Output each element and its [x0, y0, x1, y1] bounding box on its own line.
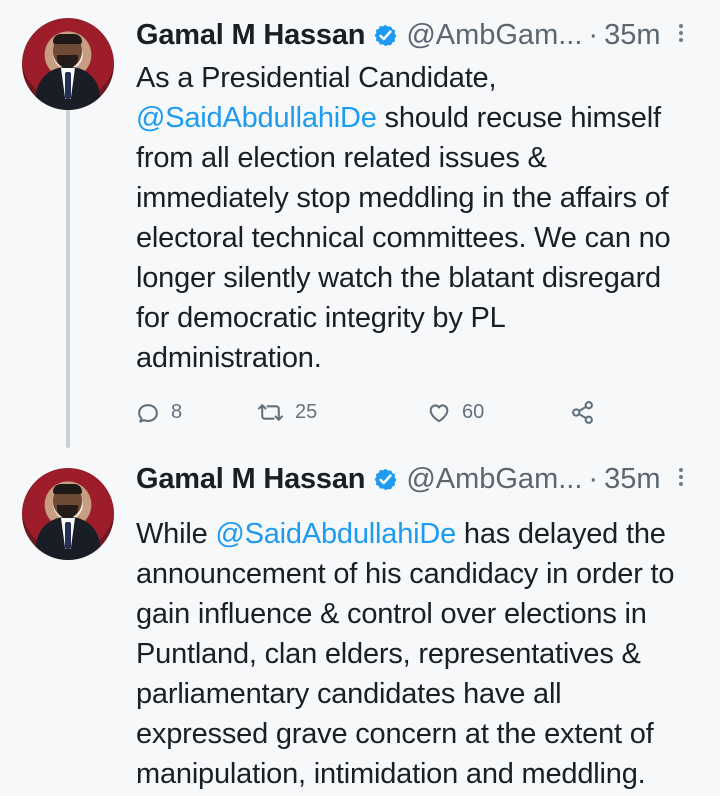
- tweet-text: As a Presidential Candidate,: [136, 62, 497, 94]
- avatar-tie: [65, 522, 71, 549]
- time-separator: ·: [588, 462, 599, 495]
- more-option-dot: [679, 482, 683, 486]
- tweet-2[interactable]: Gamal M Hassan @AmbGam... · 35m While @S…: [0, 448, 720, 796]
- avatar-beard: [57, 505, 78, 518]
- tweet-text: should recuse himself from all election …: [136, 102, 671, 374]
- time-separator: ·: [588, 18, 599, 51]
- verified-badge-icon: [373, 467, 398, 492]
- avatar[interactable]: [22, 468, 114, 560]
- avatar-hair: [53, 484, 82, 494]
- share-button[interactable]: [569, 392, 596, 432]
- more-options-icon[interactable]: [677, 21, 685, 48]
- retweet-count: 25: [295, 400, 318, 423]
- tweet-header: Gamal M Hassan @AmbGam... · 35m: [136, 14, 661, 56]
- more-option-dot: [679, 38, 683, 42]
- share-icon: [569, 400, 596, 425]
- reply-count: 8: [171, 400, 183, 423]
- heart-icon: [426, 400, 452, 425]
- more-option-dot: [679, 468, 683, 472]
- mention-link[interactable]: @SaidAbdullahiDe: [215, 518, 456, 550]
- tweet-1[interactable]: Gamal M Hassan @AmbGam... · 35m As a Pre…: [0, 0, 720, 440]
- more-options-icon[interactable]: [677, 465, 685, 492]
- avatar-beard: [57, 55, 78, 68]
- author-name[interactable]: Gamal M Hassan: [136, 463, 366, 496]
- mention-link[interactable]: @SaidAbdullahiDe: [136, 102, 377, 134]
- like-button[interactable]: 60: [426, 392, 484, 432]
- tweet-time[interactable]: 35m: [604, 463, 660, 496]
- tweet-actions: 8 25 60: [136, 392, 636, 432]
- more-option-dot: [679, 475, 683, 479]
- tweet-body: As a Presidential Candidate, @SaidAbdull…: [136, 58, 696, 378]
- more-option-dot: [679, 31, 683, 35]
- author-handle[interactable]: @AmbGam...: [406, 463, 582, 496]
- tweet-text: While: [136, 518, 216, 550]
- verified-badge-icon: [373, 23, 398, 48]
- retweet-button[interactable]: 25: [256, 392, 317, 432]
- avatar[interactable]: [22, 18, 114, 110]
- reply-button[interactable]: 8: [136, 392, 182, 432]
- retweet-icon: [256, 400, 285, 425]
- more-option-dot: [679, 24, 683, 28]
- like-count: 60: [462, 400, 485, 423]
- avatar-tie: [65, 72, 71, 99]
- author-name[interactable]: Gamal M Hassan: [136, 19, 366, 52]
- tweet-text: has delayed the announcement of his cand…: [136, 518, 675, 790]
- reply-icon: [136, 400, 161, 425]
- avatar-hair: [53, 34, 82, 44]
- tweet-time[interactable]: 35m: [604, 19, 660, 52]
- tweet-header: Gamal M Hassan @AmbGam... · 35m: [136, 458, 661, 500]
- author-handle[interactable]: @AmbGam...: [406, 19, 582, 52]
- tweet-body: While @SaidAbdullahiDe has delayed the a…: [136, 514, 696, 794]
